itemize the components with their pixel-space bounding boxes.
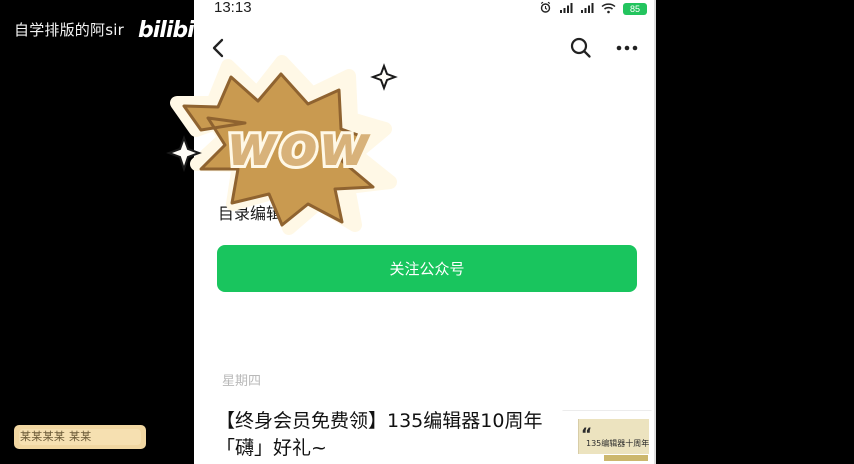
wow-sticker: wow	[166, 55, 398, 235]
wow-sticker-text: wow	[227, 114, 372, 179]
search-button[interactable]	[564, 31, 598, 65]
status-bar: 13:13 85	[194, 0, 656, 18]
alarm-icon	[539, 1, 552, 17]
more-horizontal-icon	[615, 43, 639, 53]
follow-account-button[interactable]: 关注公众号	[217, 245, 637, 292]
thumbnail-accent-strip	[604, 455, 648, 461]
article-thumbnail[interactable]: “ 135编辑器十周年	[562, 410, 652, 464]
badge-text: 某某某某 某某	[20, 430, 92, 443]
article-list-item[interactable]: 【终身会员免费领】135编辑器10周年「礴」好礼~ “ 135编辑器十周年	[216, 405, 656, 464]
status-icons: 85	[539, 1, 647, 17]
phone-right-edge	[654, 0, 656, 464]
status-time: 13:13	[214, 0, 252, 16]
signal-icon	[580, 2, 594, 17]
article-date-label: 星期四	[222, 374, 262, 389]
wifi-icon	[601, 2, 616, 17]
video-watermark-text: 自学排版的阿sir	[14, 21, 124, 39]
signal-icon	[559, 2, 573, 17]
search-icon	[569, 36, 593, 60]
video-bottom-badge: 某某某某 某某	[14, 425, 146, 449]
more-button[interactable]	[610, 31, 644, 65]
bilibili-logo: bilibili	[138, 18, 200, 43]
article-title[interactable]: 【终身会员免费领】135编辑器10周年「礴」好礼~	[216, 408, 546, 462]
screen-recording-frame: 自学排版的阿sir bilibili 13:13 85 目录编辑 关注公众号 星…	[0, 0, 854, 464]
thumbnail-text: 135编辑器十周年	[586, 439, 650, 448]
battery-icon: 85	[623, 3, 647, 15]
